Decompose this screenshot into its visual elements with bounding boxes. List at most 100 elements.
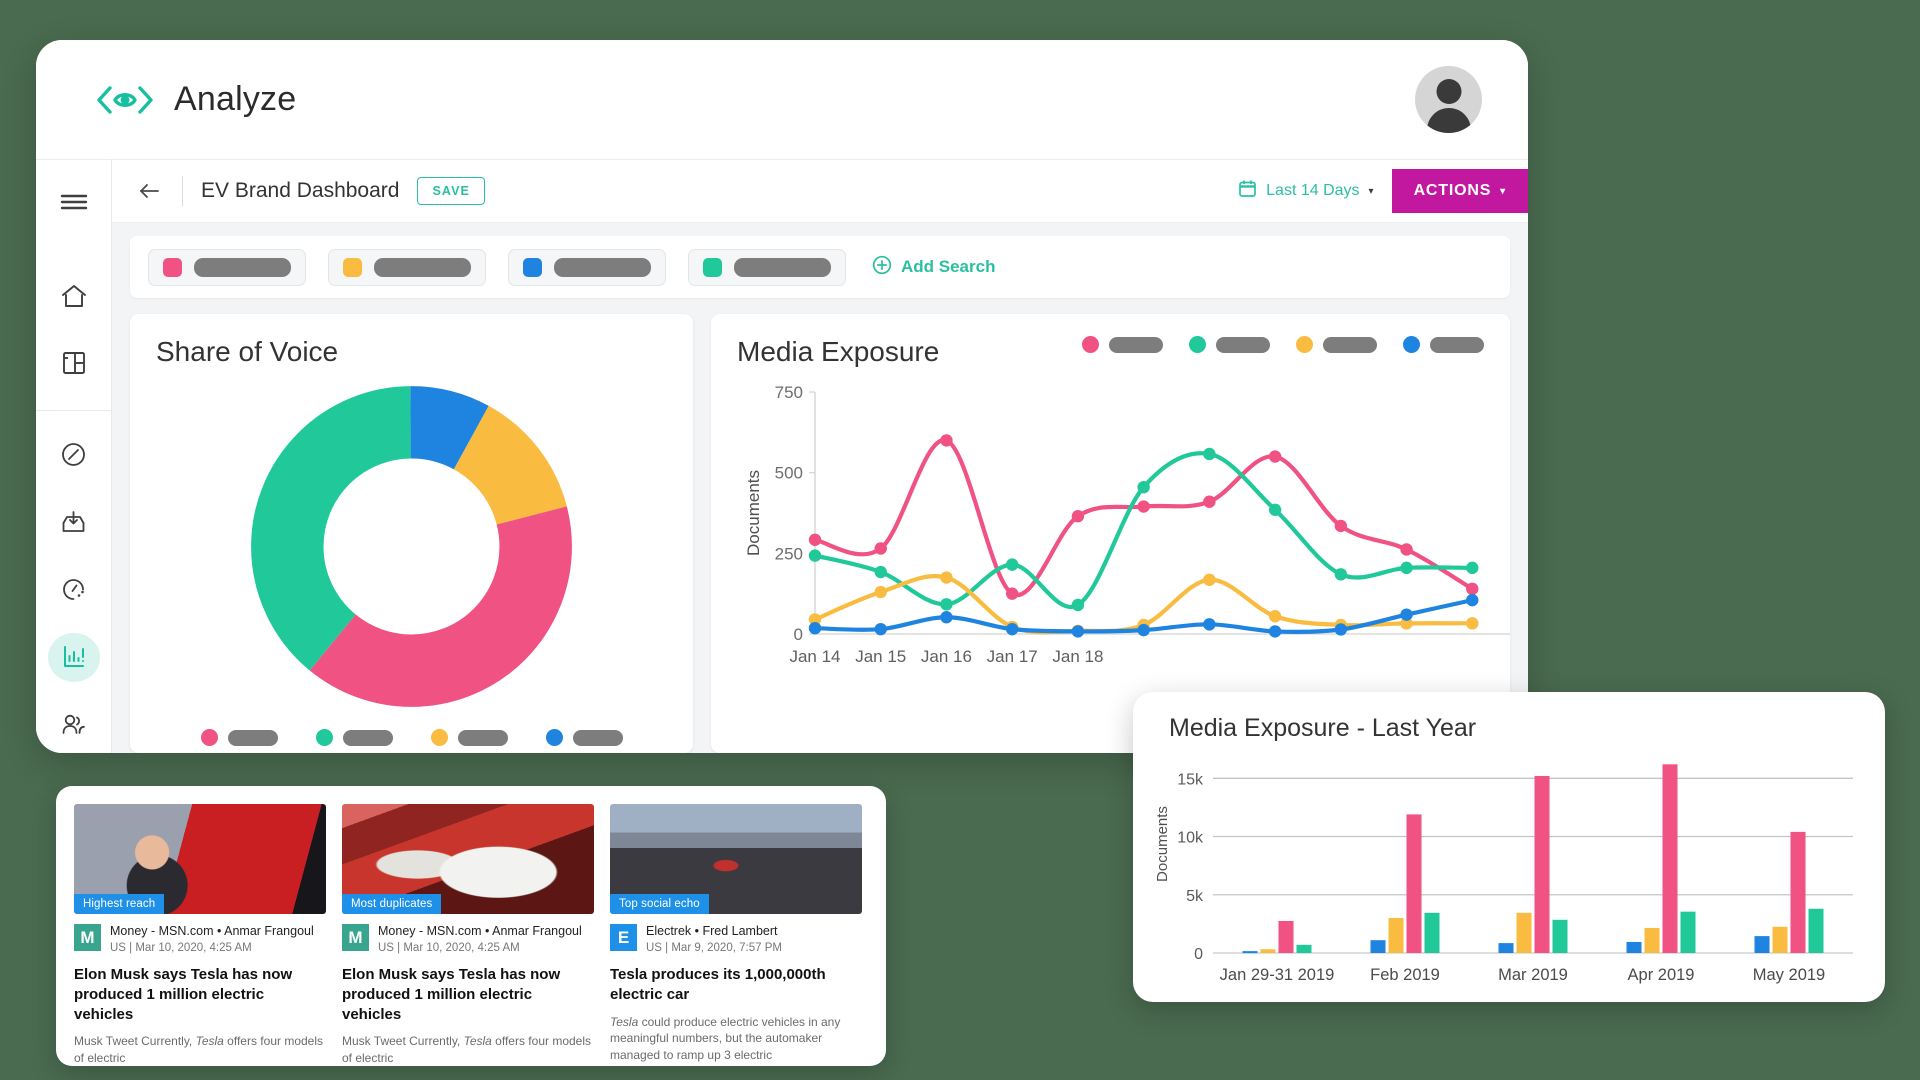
sidebar-divider: [36, 409, 112, 411]
svg-text:May 2019: May 2019: [1753, 966, 1825, 984]
tesla-employees-crowd-photo: Top social echo: [610, 804, 862, 914]
svg-text:0: 0: [794, 625, 803, 644]
brand-header: Analyze: [36, 40, 1528, 159]
source-text-block: Money - MSN.com • Anmar Frangoul US | Ma…: [110, 924, 314, 954]
widgets-row: Share of Voice Media Exposure 0 250 500 …: [112, 298, 1528, 753]
news-headline[interactable]: Elon Musk says Tesla has now produced 1 …: [342, 965, 594, 1025]
donut-chart[interactable]: [156, 374, 667, 719]
legend-item[interactable]: [1296, 336, 1377, 353]
search-bar-wrap: Add Search: [112, 223, 1528, 298]
source-text-block: Electrek • Fred Lambert US | Mar 9, 2020…: [646, 924, 782, 954]
legend-item[interactable]: [545, 729, 623, 746]
search-chip-2[interactable]: [328, 248, 486, 286]
sidebar-item-gauge[interactable]: [48, 566, 100, 615]
tesla-supercharger-photo: Most duplicates: [342, 804, 594, 914]
bar-chart-svg[interactable]: 0 5k 10k 15k Documents Jan 29-31 2019 Feb 2019…: [1151, 743, 1863, 993]
sidebar-item-people[interactable]: [48, 701, 100, 750]
actions-button-label: ACTIONS: [1413, 182, 1492, 199]
donut-chart-svg: [251, 386, 572, 707]
source-avatar: E: [610, 924, 637, 951]
news-source-meta: M Money - MSN.com • Anmar Frangoul US | …: [342, 924, 594, 954]
news-headline[interactable]: Tesla produces its 1,000,000th electric …: [610, 965, 862, 1005]
avatar[interactable]: [1415, 66, 1482, 133]
svg-text:0: 0: [1194, 946, 1203, 963]
news-desc-emphasis: Tesla: [463, 1034, 492, 1049]
svg-text:Feb 2019: Feb 2019: [1370, 966, 1440, 984]
media-exposure-title: Media Exposure: [737, 336, 940, 367]
legend-item[interactable]: [1403, 336, 1484, 353]
search-chip-4[interactable]: [688, 248, 846, 286]
news-source-name: Electrek • Fred Lambert: [646, 924, 778, 938]
search-bar: Add Search: [130, 236, 1510, 298]
share-of-voice-legend: [156, 729, 667, 746]
brand-logo[interactable]: Analyze: [94, 80, 296, 119]
add-search-label: Add Search: [901, 257, 996, 276]
news-source-name: Money - MSN.com • Anmar Frangoul: [378, 924, 582, 938]
news-date: US | Mar 9, 2020, 7:57 PM: [646, 941, 782, 954]
share-of-voice-card: Share of Voice: [130, 314, 693, 753]
svg-text:Jan 15: Jan 15: [855, 647, 906, 666]
svg-text:500: 500: [775, 464, 803, 483]
save-button[interactable]: SAVE: [417, 177, 485, 205]
chip-label-redacted: [554, 257, 651, 277]
legend-label-redacted: [342, 729, 393, 746]
media-exposure-last-year-card: Media Exposure - Last Year 0 5k 10k 15k Docu…: [1133, 692, 1885, 1002]
news-card[interactable]: Highest reach M Money - MSN.com • Anmar …: [74, 804, 326, 1066]
news-desc-emphasis: Tesla: [195, 1034, 224, 1049]
brand-name: Analyze: [174, 80, 297, 118]
hamburger-menu-icon[interactable]: [48, 178, 100, 227]
media-exposure-card: Media Exposure 0 250 500 750 Documents J…: [711, 314, 1510, 753]
sidebar-item-home[interactable]: [48, 272, 100, 321]
chip-label-redacted: [734, 257, 831, 277]
search-chip-1[interactable]: [148, 248, 306, 286]
news-description: Tesla could produce electric vehicles in…: [610, 1014, 862, 1064]
news-description: Musk Tweet Currently, Tesla offers four …: [74, 1033, 326, 1066]
legend-color-dot: [315, 729, 333, 746]
eye-brackets-icon: [94, 83, 156, 117]
news-card[interactable]: Top social echo E Electrek • Fred Lamber…: [610, 804, 862, 1066]
news-headline[interactable]: Elon Musk says Tesla has now produced 1 …: [74, 965, 326, 1025]
legend-color-dot: [1403, 336, 1420, 353]
sidebar-item-compass[interactable]: [48, 431, 100, 480]
date-range-picker[interactable]: Last 14 Days ▾: [1238, 179, 1374, 203]
svg-text:Mar 2019: Mar 2019: [1498, 966, 1568, 984]
chip-color-swatch: [703, 257, 722, 277]
chip-label-redacted: [374, 257, 471, 277]
news-desc-pre: Musk Tweet Currently,: [74, 1034, 196, 1049]
legend-item[interactable]: [430, 729, 508, 746]
add-search-button[interactable]: Add Search: [872, 255, 995, 280]
news-badge: Most duplicates: [342, 894, 442, 914]
chip-label-redacted: [194, 257, 291, 277]
sidebar-rail: [36, 159, 112, 753]
legend-color-dot: [1082, 336, 1099, 353]
sidebar-item-inbox-download[interactable]: [48, 498, 100, 547]
calendar-icon: [1238, 179, 1257, 203]
legend-item[interactable]: [200, 729, 278, 746]
actions-button[interactable]: ACTIONS ▾: [1391, 169, 1528, 213]
arrow-left-icon[interactable]: [134, 178, 164, 204]
legend-label-redacted: [1216, 336, 1270, 353]
search-chip-3[interactable]: [508, 248, 666, 286]
toolbar-divider: [182, 176, 183, 206]
svg-text:Jan 17: Jan 17: [987, 647, 1038, 666]
sidebar-item-bar-chart[interactable]: [47, 633, 100, 682]
media-exposure-header: Media Exposure: [737, 336, 1484, 368]
legend-color-dot: [430, 729, 448, 746]
legend-label-redacted: [1323, 336, 1377, 353]
media-exposure-last-year-title: Media Exposure - Last Year: [1169, 714, 1477, 742]
source-avatar: M: [74, 924, 101, 951]
news-card[interactable]: Most duplicates M Money - MSN.com • Anma…: [342, 804, 594, 1066]
toolbar-right-group: Last 14 Days ▾ ACTIONS ▾: [1238, 169, 1528, 213]
legend-color-dot: [1296, 336, 1313, 353]
dashboard-content: EV Brand Dashboard SAVE Last 14 Days ▾ A…: [112, 159, 1528, 753]
user-avatar-icon: [1415, 66, 1482, 133]
svg-text:Documents: Documents: [744, 470, 763, 556]
legend-item[interactable]: [315, 729, 393, 746]
source-avatar: M: [342, 924, 369, 951]
news-cards-strip: Highest reach M Money - MSN.com • Anmar …: [56, 786, 886, 1066]
legend-item[interactable]: [1189, 336, 1270, 353]
legend-item[interactable]: [1082, 336, 1163, 353]
chip-color-swatch: [163, 257, 182, 277]
media-exposure-line-chart[interactable]: 0 250 500 750 Documents Jan 14 Jan 15 Jan 16 Jan…: [737, 378, 1510, 683]
sidebar-item-dashboard-layout[interactable]: [48, 339, 100, 388]
